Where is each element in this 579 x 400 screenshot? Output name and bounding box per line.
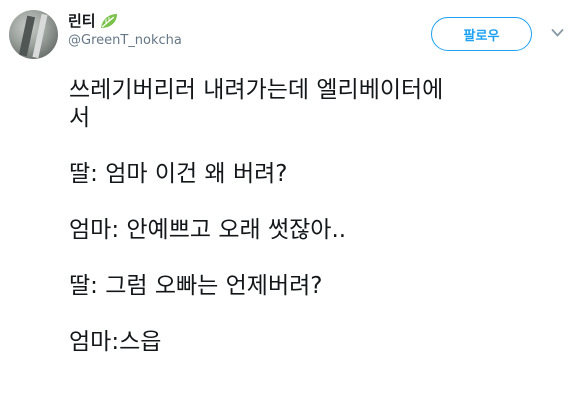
tweet-line: 딸: 엄마 이건 왜 버려?	[69, 161, 288, 187]
tweet-line: 엄마:스읍	[69, 329, 162, 355]
avatar-shape	[18, 15, 36, 57]
follow-button[interactable]: 팔로우	[431, 17, 532, 51]
display-name-row[interactable]: 린티	[68, 11, 182, 31]
chevron-down-icon[interactable]	[551, 28, 564, 38]
leaf-icon	[100, 14, 117, 28]
line-spacer	[69, 132, 569, 160]
line-spacer	[69, 244, 569, 272]
user-names: 린티 @GreenT_nokcha	[68, 11, 182, 50]
line-spacer	[69, 188, 569, 216]
tweet-line: 딸: 그럼 오빠는 언제버려?	[69, 273, 323, 299]
tweet-line: 쓰레기버리러 내려가는데 엘리베이터에	[69, 77, 444, 103]
tweet-header: 린티 @GreenT_nokcha 팔로우	[0, 0, 579, 70]
tweet-line: 엄마: 안예쁘고 오래 썻잖아..	[69, 217, 347, 243]
avatar-shape	[32, 13, 48, 59]
tweet-text: 쓰레기버리러 내려가는데 엘리베이터에 서 딸: 엄마 이건 왜 버려? 엄마:…	[69, 76, 569, 356]
line-spacer	[69, 300, 569, 328]
display-name[interactable]: 린티	[68, 11, 96, 31]
tweet-line: 서	[69, 105, 91, 131]
avatar[interactable]	[9, 10, 58, 59]
user-handle[interactable]: @GreenT_nokcha	[68, 32, 182, 50]
